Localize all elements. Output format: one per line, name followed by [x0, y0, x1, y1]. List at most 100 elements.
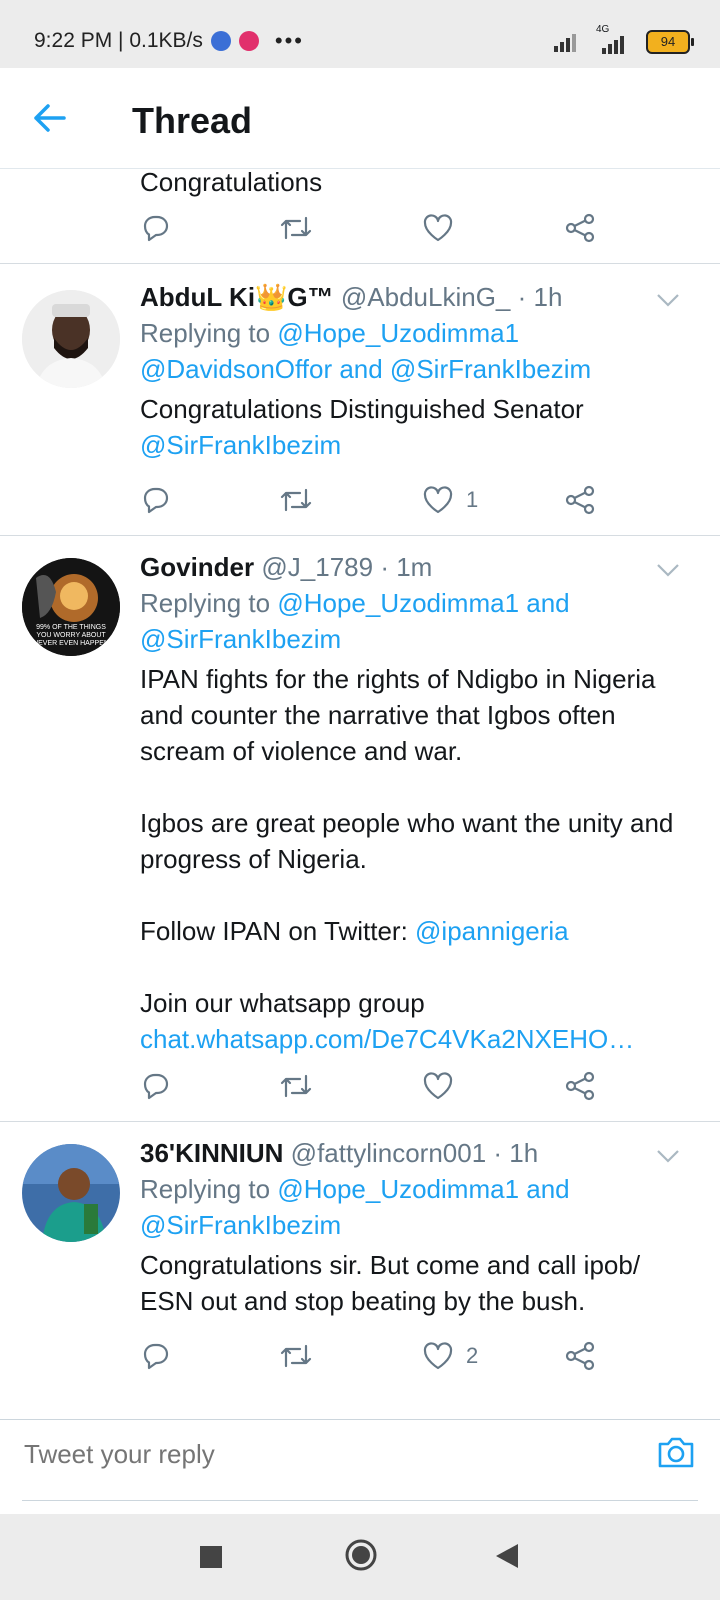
timestamp: · 1h	[493, 1138, 539, 1168]
app-notification-icon	[210, 31, 231, 51]
retweet-button[interactable]	[278, 208, 314, 248]
nav-back-button[interactable]	[494, 1542, 520, 1570]
retweet-icon	[280, 216, 312, 240]
tweet[interactable]: 36'KINNIUN @fattylincorn001 · 1h Replyin…	[0, 1122, 720, 1421]
replying-mention[interactable]: @DavidsonOffor and @SirFrankIbezim	[140, 354, 591, 384]
tweet[interactable]: AbduL Ki👑G™ @AbduLkinG_ · 1h Replying to…	[0, 264, 720, 536]
display-name[interactable]: Govinder	[140, 552, 254, 582]
home-button[interactable]	[344, 1538, 378, 1572]
like-button[interactable]: 1	[422, 480, 478, 520]
tweet-text: Congratulations	[140, 168, 323, 197]
chevron-down-icon[interactable]	[656, 292, 680, 308]
reply-button[interactable]	[140, 480, 172, 520]
retweet-icon	[280, 1344, 312, 1368]
tweet-line: scream of violence and war.	[140, 736, 463, 766]
replying-to: Replying to @Hope_Uzodimma1 and @SirFran…	[140, 585, 690, 657]
reply-icon	[143, 487, 169, 514]
share-button[interactable]	[564, 1066, 596, 1106]
more-notifications-icon: •••	[274, 28, 304, 53]
retweet-icon	[280, 488, 312, 512]
tweet-mention[interactable]: @SirFrankIbezim	[140, 427, 690, 463]
tweet-actions: 2	[140, 1336, 610, 1376]
handle: @fattylincorn001	[290, 1138, 487, 1168]
share-button[interactable]	[564, 480, 596, 520]
reply-button[interactable]	[140, 1066, 172, 1106]
avatar[interactable]	[22, 290, 120, 388]
retweet-button[interactable]	[278, 480, 314, 520]
replying-mention[interactable]: @Hope_Uzodimma1	[277, 318, 519, 348]
retweet-button[interactable]	[278, 1336, 314, 1376]
replying-to: Replying to @Hope_Uzodimma1 @DavidsonOff…	[140, 315, 690, 387]
avatar-image	[22, 290, 120, 388]
display-name[interactable]: AbduL Ki👑G™	[140, 282, 334, 312]
status-bar: 9:22 PM | 0.1KB/s ••• 4G 94	[0, 0, 720, 68]
tweet-mention[interactable]: @ipannigeria	[415, 916, 569, 946]
tweet-header: AbduL Ki👑G™ @AbduLkinG_ · 1h	[140, 282, 690, 313]
avatar[interactable]	[22, 1144, 120, 1242]
share-icon	[565, 213, 595, 243]
back-button[interactable]	[30, 98, 74, 138]
tweet-text: Congratulations sir. But come and call i…	[140, 1247, 690, 1319]
avatar[interactable]: 99% OF THE THINGS YOU WORRY ABOUT NEVER …	[22, 558, 120, 656]
avatar-image	[22, 1144, 120, 1242]
like-button[interactable]	[422, 208, 466, 248]
signal-4g-icon: 4G	[596, 24, 632, 54]
tweet-header: 36'KINNIUN @fattylincorn001 · 1h	[140, 1138, 690, 1169]
reply-bar	[0, 1420, 720, 1502]
tweet[interactable]: Congratulations	[0, 168, 720, 264]
replying-mention[interactable]: @SirFrankIbezim	[140, 624, 341, 654]
status-right: 4G 94	[554, 24, 694, 54]
tweet-line: Igbos are great people who want the unit…	[140, 808, 674, 838]
tweet[interactable]: 99% OF THE THINGS YOU WORRY ABOUT NEVER …	[0, 536, 720, 1122]
replying-prefix: Replying to	[140, 588, 271, 618]
signal-icon	[554, 34, 576, 52]
like-icon	[423, 1342, 453, 1370]
like-count: 2	[466, 1343, 479, 1368]
camera-icon	[658, 1437, 694, 1468]
tweet-line: ESN out and stop beating by the bush.	[140, 1286, 586, 1316]
like-button[interactable]	[422, 1066, 466, 1106]
tweet-link[interactable]: chat.whatsapp.com/De7C4VKa2NXEHO…	[140, 1021, 690, 1057]
reply-input[interactable]	[22, 1438, 586, 1471]
recents-button[interactable]	[200, 1546, 222, 1568]
share-button[interactable]	[564, 1336, 596, 1376]
like-icon	[423, 214, 453, 242]
camera-button[interactable]	[656, 1434, 696, 1470]
replying-mention[interactable]: @Hope_Uzodimma1 and	[277, 588, 569, 618]
like-count: 1	[466, 487, 479, 512]
display-name[interactable]: 36'KINNIUN	[140, 1138, 283, 1168]
share-icon	[565, 1341, 595, 1371]
tweet-line: Join our whatsapp group	[140, 988, 425, 1018]
avatar-caption: 99% OF THE THINGS YOU WORRY ABOUT NEVER …	[33, 624, 109, 647]
share-icon	[565, 485, 595, 515]
replying-to: Replying to @Hope_Uzodimma1 and @SirFran…	[140, 1171, 690, 1243]
like-icon	[423, 486, 453, 514]
thread-header: Thread	[0, 68, 720, 169]
reply-icon	[143, 215, 169, 242]
replying-mention[interactable]: @SirFrankIbezim	[140, 1210, 341, 1240]
tweet-line: Congratulations sir. But come and call i…	[140, 1250, 641, 1280]
reply-icon	[143, 1343, 169, 1370]
chevron-down-icon[interactable]	[656, 562, 680, 578]
reply-button[interactable]	[140, 208, 172, 248]
tweet-header: Govinder @J_1789 · 1m	[140, 552, 690, 583]
share-icon	[565, 1071, 595, 1101]
reply-icon	[143, 1073, 169, 1100]
page-title: Thread	[132, 100, 253, 141]
reply-divider	[22, 1500, 698, 1501]
tweet-line: progress of Nigeria.	[140, 844, 367, 874]
reply-button[interactable]	[140, 1336, 172, 1376]
tweet-line: IPAN fights for the rights of Ndigbo in …	[140, 664, 656, 694]
battery-level: 94	[660, 34, 676, 49]
chevron-down-icon[interactable]	[656, 1148, 680, 1164]
tweet-line: Follow IPAN on Twitter: @ipannigeria	[140, 913, 690, 949]
tweet-actions	[140, 1066, 610, 1106]
tweet-line: Congratulations Distinguished Senator	[140, 394, 584, 424]
tweet-actions	[140, 208, 610, 248]
retweet-button[interactable]	[278, 1066, 314, 1106]
replying-mention[interactable]: @Hope_Uzodimma1 and	[277, 1174, 569, 1204]
tweet-line: and counter the narrative that Igbos oft…	[140, 700, 616, 730]
replying-prefix: Replying to	[140, 318, 271, 348]
share-button[interactable]	[564, 208, 596, 248]
like-button[interactable]: 2	[422, 1336, 478, 1376]
